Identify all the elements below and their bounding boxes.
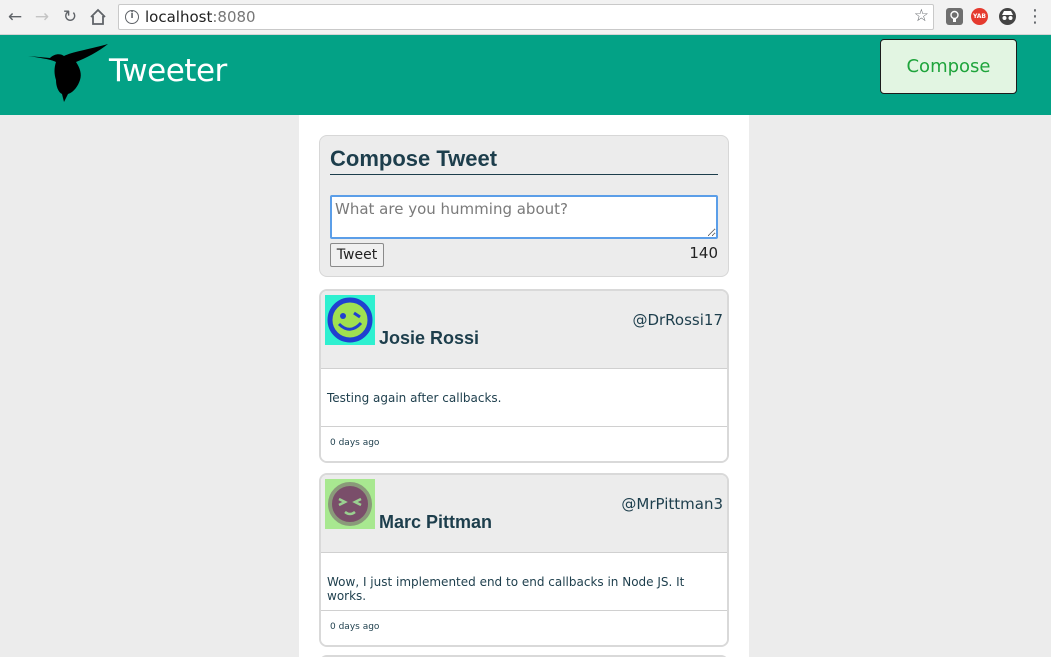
- app-title: Tweeter: [109, 53, 227, 89]
- home-icon[interactable]: [87, 6, 109, 28]
- tweet-author-name: Josie Rossi: [379, 328, 480, 348]
- compose-heading: Compose Tweet: [330, 146, 718, 175]
- tweet-author-handle: @MrPittman3: [621, 495, 723, 513]
- tweet-footer: 0 days ago: [321, 426, 727, 461]
- tweet-header: Marc Pittman @MrPittman3: [321, 475, 727, 553]
- address-bar[interactable]: i localhost:8080 ☆: [118, 4, 934, 30]
- tweet-footer: 0 days ago: [321, 610, 727, 645]
- tweet-text-input[interactable]: [330, 195, 718, 239]
- url-text: localhost:8080: [145, 8, 256, 26]
- tweet-card: Josie Rossi @DrRossi17 Testing again aft…: [319, 289, 729, 463]
- tweet-author-name: Marc Pittman: [379, 512, 493, 532]
- incognito-extension-icon[interactable]: [999, 8, 1016, 25]
- yab-extension-icon[interactable]: YAB: [971, 8, 988, 25]
- avatar: [325, 479, 375, 529]
- avatar: [325, 295, 375, 345]
- tweet-body: Wow, I just implemented end to end callb…: [327, 575, 685, 603]
- tweet-timestamp: 0 days ago: [330, 622, 380, 632]
- character-counter: 140: [689, 244, 718, 262]
- tweet-body: Testing again after callbacks.: [327, 391, 502, 405]
- lightbulb-extension-icon[interactable]: [946, 8, 963, 25]
- browser-toolbar: ← → ↻ i localhost:8080 ☆ YAB ⋮: [0, 0, 1051, 35]
- tweet-submit-button[interactable]: Tweet: [330, 243, 384, 267]
- main-column: Compose Tweet Tweet 140 Josie Rossi @DrR…: [299, 115, 749, 657]
- back-arrow-icon[interactable]: ←: [4, 6, 26, 28]
- app-header: Tweeter Compose: [0, 35, 1051, 115]
- compose-toggle-button[interactable]: Compose: [880, 39, 1017, 94]
- reload-icon[interactable]: ↻: [59, 6, 81, 28]
- url-host: localhost: [145, 8, 213, 26]
- hummingbird-icon: [28, 44, 108, 102]
- tweet-header: Josie Rossi @DrRossi17: [321, 291, 727, 369]
- tweet-card: Marc Pittman @MrPittman3 Wow, I just imp…: [319, 473, 729, 647]
- tweet-timestamp: 0 days ago: [330, 438, 380, 448]
- forward-arrow-icon[interactable]: →: [31, 6, 53, 28]
- url-port: :8080: [212, 8, 256, 26]
- site-info-icon[interactable]: i: [125, 10, 139, 24]
- compose-panel: Compose Tweet Tweet 140: [319, 135, 729, 277]
- bookmark-star-icon[interactable]: ☆: [914, 6, 929, 26]
- browser-menu-icon[interactable]: ⋮: [1026, 6, 1044, 28]
- tweet-author-handle: @DrRossi17: [632, 311, 723, 329]
